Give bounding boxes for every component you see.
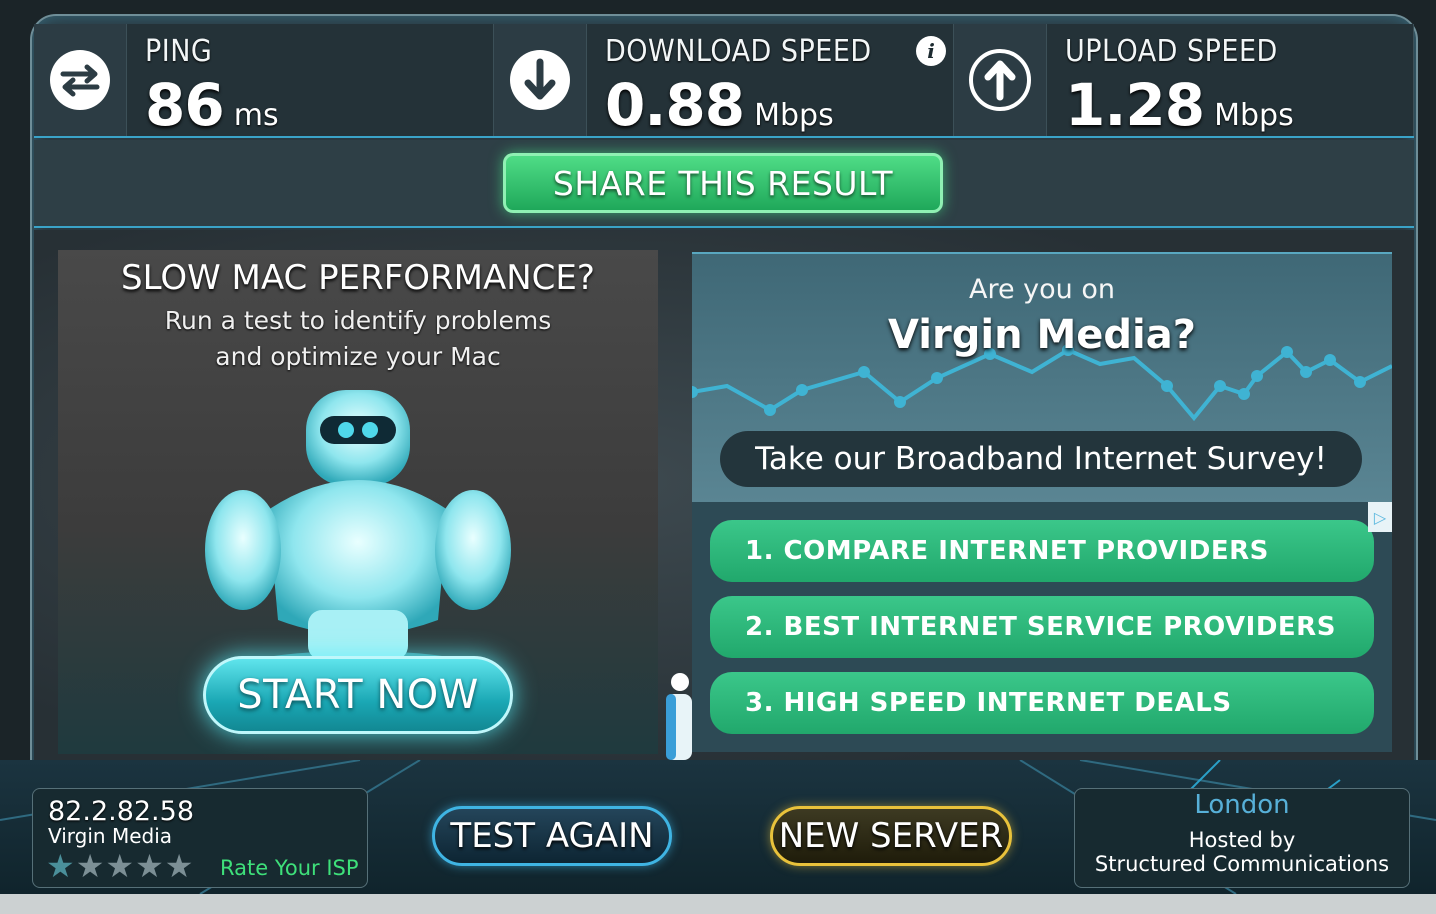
isp-ip-address: 82.2.82.58 — [48, 796, 194, 827]
rate-isp-link[interactable]: Rate Your ISP — [220, 856, 359, 880]
link-compare-providers[interactable]: 1. COMPARE INTERNET PROVIDERS — [710, 520, 1374, 582]
upload-value-row: 1.28 Mbps — [1065, 71, 1413, 139]
upload-metric: UPLOAD SPEED 1.28 Mbps — [954, 24, 1414, 139]
upload-arrow-icon — [969, 49, 1031, 111]
ping-label: PING — [145, 34, 213, 69]
ping-unit: ms — [233, 98, 279, 133]
survey-question-main: Virgin Media? — [888, 312, 1196, 358]
person-icon — [666, 673, 692, 760]
survey-header[interactable]: Are you on Virgin Media? Take our Broadb… — [692, 252, 1392, 502]
download-label: DOWNLOAD SPEED — [605, 34, 872, 69]
robot-illustration — [205, 390, 511, 679]
transfer-arrows-icon — [50, 50, 110, 110]
ping-value: 86 — [145, 71, 225, 139]
ad-choices-icon[interactable]: ▷ — [1368, 502, 1392, 532]
provider-links: 1. COMPARE INTERNET PROVIDERS 2. BEST IN… — [692, 502, 1392, 752]
link-best-providers[interactable]: 2. BEST INTERNET SERVICE PROVIDERS — [710, 596, 1374, 658]
metrics-bar: PING 86 ms DOWNLOAD SPEED 0.88 Mbps i UP… — [34, 24, 1414, 139]
download-icon-cell — [494, 24, 586, 136]
download-metric: DOWNLOAD SPEED 0.88 Mbps i — [494, 24, 954, 139]
server-hosted-by: Hosted by — [1188, 828, 1296, 852]
isp-name: Virgin Media — [48, 824, 173, 848]
link-high-speed-deals[interactable]: 3. HIGH SPEED INTERNET DEALS — [710, 672, 1374, 734]
bottom-strip — [0, 894, 1436, 914]
mac-ad-line2: and optimize your Mac — [215, 342, 501, 371]
star-icon[interactable]: ★ — [165, 850, 194, 882]
info-icon[interactable]: i — [916, 36, 946, 66]
upload-unit: Mbps — [1214, 98, 1294, 133]
mac-ad-line1: Run a test to identify problems — [164, 306, 552, 335]
survey-button[interactable]: Take our Broadband Internet Survey! — [720, 431, 1362, 487]
server-city: London — [1194, 790, 1290, 820]
new-server-button[interactable]: NEW SERVER — [770, 806, 1012, 866]
ping-value-row: 86 ms — [145, 71, 493, 139]
server-org: Structured Communications — [1094, 852, 1390, 876]
upload-value: 1.28 — [1065, 71, 1205, 139]
ping-metric: PING 86 ms — [34, 24, 494, 139]
upload-label: UPLOAD SPEED — [1065, 34, 1278, 69]
start-now-button[interactable]: START NOW — [203, 656, 513, 734]
ping-values: PING 86 ms — [126, 24, 494, 139]
ping-icon-cell — [34, 24, 126, 136]
mac-ad-title: SLOW MAC PERFORMANCE? — [121, 258, 595, 298]
download-unit: Mbps — [754, 98, 834, 133]
survey-question-top: Are you on — [969, 274, 1115, 305]
upload-values: UPLOAD SPEED 1.28 Mbps — [1046, 24, 1414, 139]
share-result-button[interactable]: SHARE THIS RESULT — [503, 153, 943, 213]
star-icon[interactable]: ★ — [105, 850, 134, 882]
test-again-button[interactable]: TEST AGAIN — [432, 806, 672, 866]
upload-icon-cell — [954, 24, 1046, 136]
download-arrow-icon — [510, 50, 570, 110]
star-icon[interactable]: ★ — [135, 850, 164, 882]
star-icon[interactable]: ★ — [46, 850, 75, 882]
isp-rating-stars[interactable]: ★ ★ ★ ★ ★ — [46, 850, 193, 882]
download-value: 0.88 — [605, 71, 745, 139]
download-value-row: 0.88 Mbps — [605, 71, 953, 139]
star-icon[interactable]: ★ — [76, 850, 105, 882]
mac-ad[interactable]: SLOW MAC PERFORMANCE? Run a test to iden… — [58, 250, 658, 754]
isp-survey-ad: Are you on Virgin Media? Take our Broadb… — [692, 252, 1392, 752]
download-values: DOWNLOAD SPEED 0.88 Mbps — [586, 24, 954, 139]
